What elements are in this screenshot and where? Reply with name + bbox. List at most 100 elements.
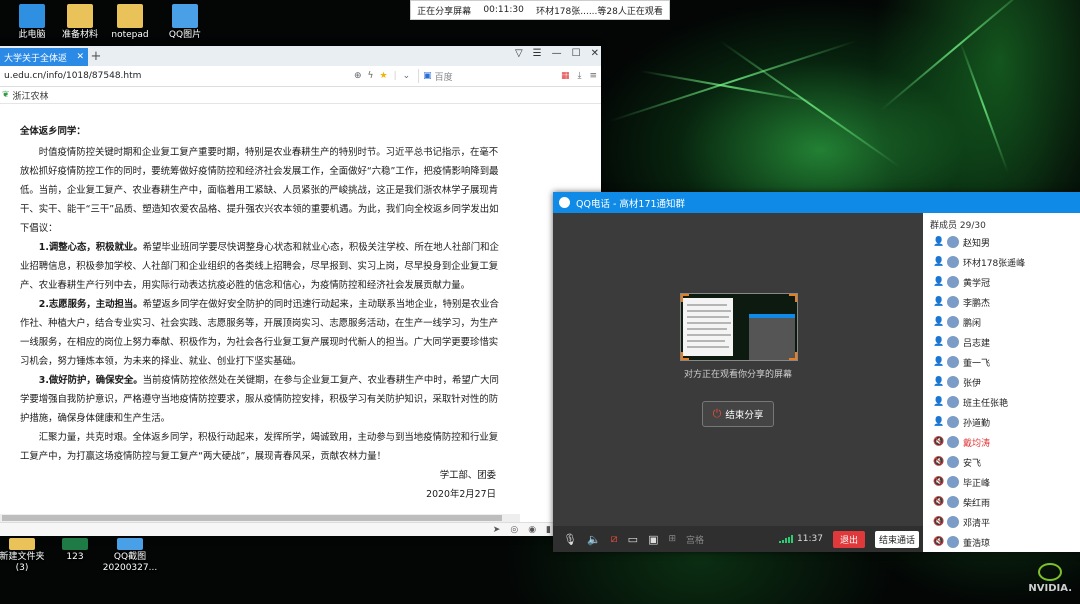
member-item[interactable]: 🔇 安飞: [923, 452, 1080, 472]
shirt-icon[interactable]: ▽: [515, 48, 523, 59]
zoom-icon[interactable]: ⊕: [354, 71, 362, 81]
point-2-title: 2.志愿服务，主动担当。: [38, 299, 143, 310]
new-tab-button[interactable]: +: [88, 48, 104, 66]
member-name: 戴均涛: [963, 438, 991, 449]
download-icon[interactable]: ⤓: [577, 71, 581, 81]
user-icon: 👤: [933, 317, 945, 327]
end-share-label: 结束分享: [725, 410, 764, 421]
letter-point-2: 2.志愿服务，主动担当。希望返乡同学在做好安全防护的同时迅速行动起来，主动联系当…: [20, 295, 500, 371]
call-meta: 11:37: [779, 534, 823, 544]
apps-icon[interactable]: ▦: [561, 71, 570, 81]
avatar: [947, 516, 959, 528]
bookmark-item[interactable]: 浙江农林: [13, 89, 49, 102]
excel-icon: [62, 538, 88, 550]
browser-tab-active[interactable]: 大学关于全体返 ✕: [0, 48, 88, 66]
computer-icon: [19, 4, 45, 28]
scroll-icon[interactable]: ▮: [546, 525, 551, 535]
circle-icon[interactable]: ◉: [528, 525, 536, 535]
wallpaper-streak: [639, 70, 818, 104]
nvidia-eye-icon: [1038, 563, 1063, 581]
page-content: 全体返乡同学： 时值疫情防控关键时期和企业复工复产重要时期，特别是农业春耕生产的…: [0, 104, 520, 516]
muted-icon: 🔇: [933, 517, 945, 527]
letter-closing: 汇聚力量，共克时艰。全体返乡同学，积极行动起来，发挥所学，竭诚致用，主动参与到当…: [20, 432, 499, 462]
member-name: 毕正峰: [963, 478, 991, 489]
member-item[interactable]: 👤 赵知男: [923, 232, 1080, 252]
end-call-button[interactable]: 结束通话: [874, 530, 919, 548]
end-share-button[interactable]: ⏻ 结束分享: [702, 401, 774, 427]
star-icon[interactable]: ★: [379, 71, 387, 81]
member-item[interactable]: 🔇 董浩琼: [923, 532, 1080, 552]
member-item[interactable]: 👤 班主任张艳: [923, 392, 1080, 412]
member-item[interactable]: 👤 吕志建: [923, 332, 1080, 352]
menu-icon[interactable]: ≡: [589, 71, 597, 81]
desktop-icon-label: QQ截图: [113, 552, 147, 562]
signal-icon: [779, 535, 794, 543]
minimize-button[interactable]: —: [552, 48, 562, 59]
image-icon: [117, 538, 143, 550]
exit-button[interactable]: 退出: [832, 530, 865, 548]
member-list-panel: 群成员 29/30 👤 赵知男 👤 环材178张遥峰 👤 黄学冠 👤 李鹏杰 👤 鹏闲 👤 吕志建 👤 董…: [923, 213, 1080, 552]
member-item[interactable]: 👤 李鹏杰: [923, 292, 1080, 312]
horizontal-scrollbar[interactable]: [0, 514, 520, 522]
desktop-icon[interactable]: notepad: [100, 4, 160, 41]
speaker-icon[interactable]: 🔈: [587, 533, 601, 546]
member-item[interactable]: 👤 黄学冠: [923, 272, 1080, 292]
status-bar: ➤ ◎ ◉ ▮: [0, 522, 601, 536]
member-item[interactable]: 🔇 邓清平: [923, 512, 1080, 532]
menu-icon[interactable]: ☰: [533, 48, 542, 59]
member-item[interactable]: 👤 张伊: [923, 372, 1080, 392]
folder-icon: [67, 4, 93, 28]
desktop-icon-label: QQ图片: [168, 30, 202, 40]
folder-icon: [9, 538, 35, 550]
microphone-icon[interactable]: 🎙: [563, 533, 577, 546]
nvidia-logo: NVIDIA.: [1028, 563, 1072, 594]
wallpaper-streak: [879, 0, 1034, 112]
member-item[interactable]: 🔇 戴均涛: [923, 432, 1080, 452]
sofa-icon[interactable]: ▣: [648, 533, 658, 546]
close-window-button[interactable]: ✕: [591, 48, 599, 59]
user-icon: 👤: [933, 277, 945, 287]
screen-share-icon[interactable]: ▭: [628, 533, 638, 546]
avatar: [947, 536, 959, 548]
user-icon: 👤: [933, 357, 945, 367]
avatar: [947, 376, 959, 388]
avatar: [947, 476, 959, 488]
point-1-title: 1.调整心态，积极就业。: [38, 242, 143, 253]
desktop-icon[interactable]: 123: [45, 538, 105, 563]
user-icon: 👤: [933, 297, 945, 307]
letter-point-3: 3.做好防护，确保安全。当前疫情防控依然处在关键期，在参与企业复工复产、农业春耕…: [20, 371, 500, 428]
desktop-icon[interactable]: QQ截图 20200327...: [100, 538, 160, 574]
send-icon[interactable]: ➤: [493, 525, 501, 535]
globe-icon[interactable]: ◎: [510, 525, 518, 535]
desktop-icon[interactable]: QQ图片: [155, 4, 215, 41]
call-time: 11:37: [797, 534, 823, 544]
user-icon: 👤: [933, 237, 945, 247]
member-item[interactable]: 👤 鹏闲: [923, 312, 1080, 332]
member-item[interactable]: 👤 环材178张遥峰: [923, 252, 1080, 272]
camera-off-icon[interactable]: ⧄: [611, 532, 618, 546]
lightning-icon[interactable]: ϟ: [368, 71, 374, 81]
member-item[interactable]: 👤 董一飞: [923, 352, 1080, 372]
qq-logo-icon: [559, 197, 570, 208]
member-name: 安飞: [963, 458, 982, 469]
url-input[interactable]: u.edu.cn/info/1018/87548.htm: [4, 71, 354, 81]
baidu-icon: ▣: [423, 71, 432, 81]
grid-view-icon[interactable]: ⊞: [668, 534, 676, 544]
member-name: 董一飞: [963, 358, 991, 369]
scrollbar-thumb[interactable]: [2, 515, 502, 521]
user-icon: 👤: [933, 417, 945, 427]
close-tab-icon[interactable]: ✕: [76, 52, 84, 62]
muted-icon: 🔇: [933, 477, 945, 487]
browser-tools: ▦ ⤓ ≡: [561, 71, 597, 81]
avatar: [947, 356, 959, 368]
member-item[interactable]: 👤 孙道勤: [923, 412, 1080, 432]
member-list: 👤 赵知男 👤 环材178张遥峰 👤 黄学冠 👤 李鹏杰 👤 鹏闲 👤 吕志建 👤 董一飞 👤 张伊 👤 班主任张…: [923, 232, 1080, 552]
member-item[interactable]: 🔇 柴红雨: [923, 492, 1080, 512]
chevron-down-icon[interactable]: ⌄: [403, 71, 411, 81]
maximize-button[interactable]: ☐: [572, 48, 581, 59]
search-input[interactable]: ▣ 百度: [418, 69, 533, 83]
member-item[interactable]: 🔇 毕正峰: [923, 472, 1080, 492]
wallpaper-streak: [959, 40, 1009, 173]
grid-view-label[interactable]: 宫格: [686, 533, 704, 546]
muted-icon: 🔇: [933, 497, 945, 507]
